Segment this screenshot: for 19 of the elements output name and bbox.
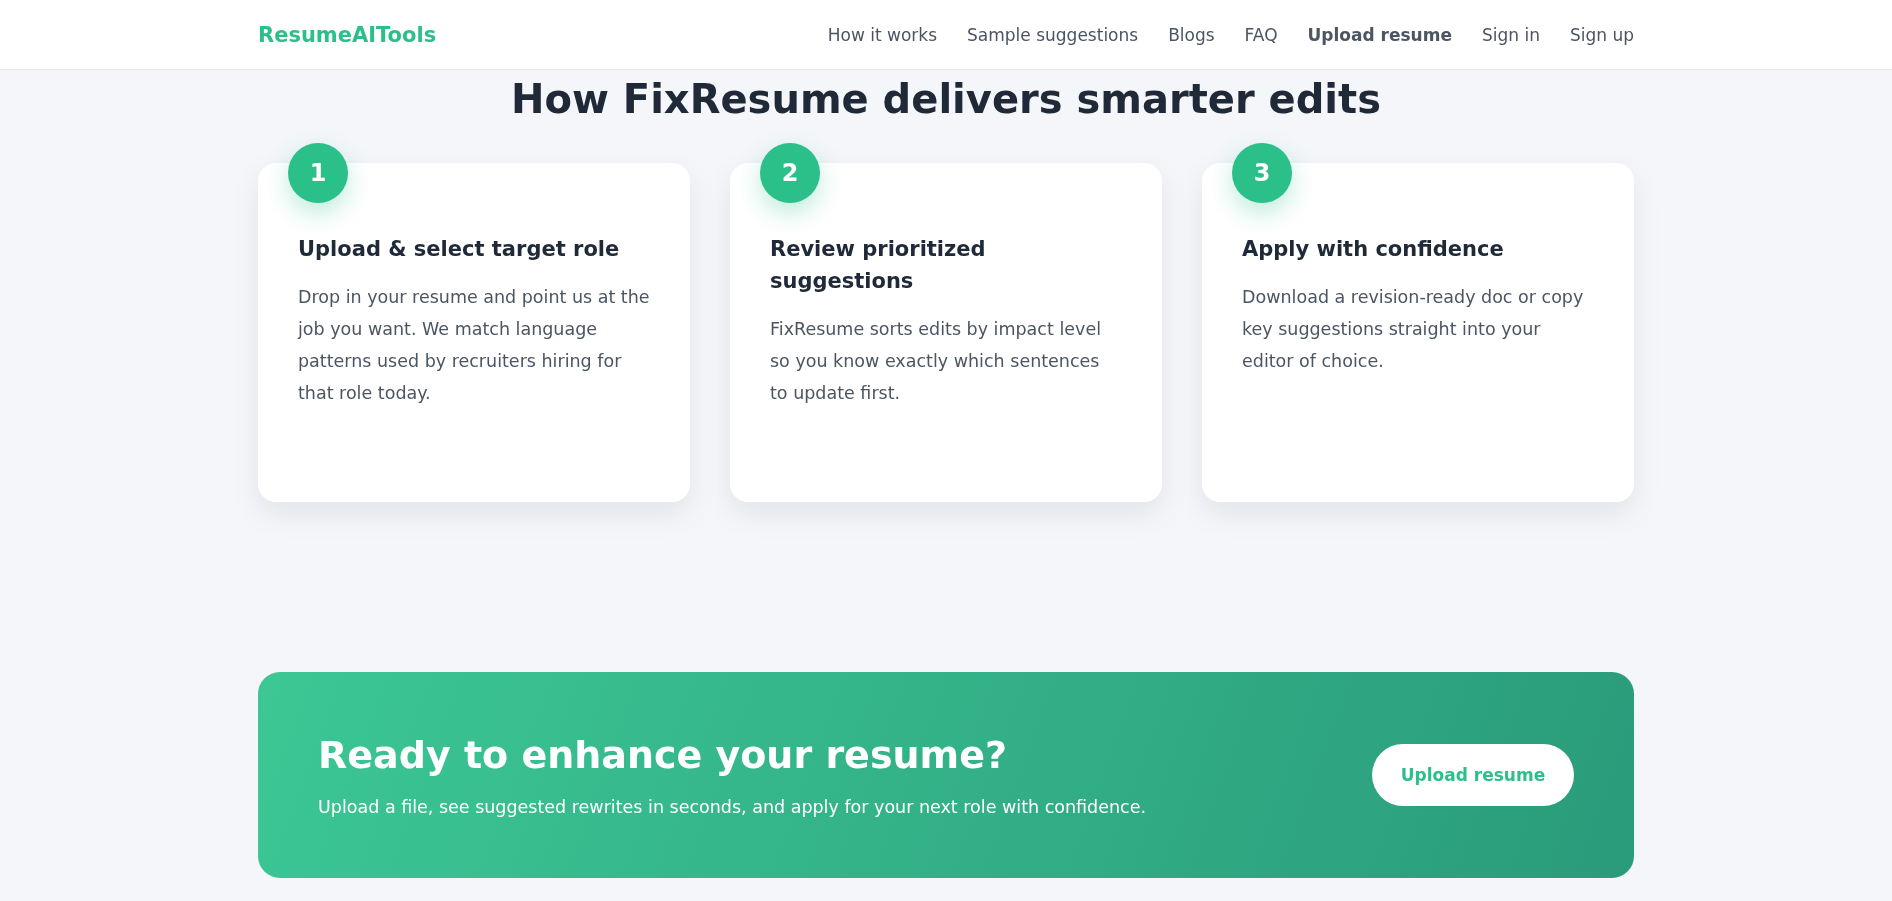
- step-title: Upload & select target role: [298, 236, 621, 263]
- step-number: 3: [1232, 143, 1292, 203]
- nav-link[interactable]: FAQ: [1244, 24, 1278, 45]
- nav-link[interactable]: Upload resume: [1307, 24, 1452, 45]
- step-description: FixResume sorts edits by impact level so you know exactly which sentences to update first.: [770, 318, 1102, 405]
- nav-link[interactable]: Blogs: [1168, 24, 1215, 45]
- cta-text: Upload a file, see suggested rewrites in seconds, and apply for your next role with confidence.: [318, 797, 1147, 817]
- step-number: 1: [288, 143, 348, 203]
- step-description: Download a revision-ready doc or copy key suggestions straight into your editor of choice.: [1242, 286, 1585, 373]
- step-title: Apply with confidence: [1242, 236, 1505, 263]
- section-title: How FixResume delivers smarter edits: [510, 75, 1382, 124]
- nav-link[interactable]: Sample suggestions: [967, 24, 1139, 45]
- cta-title: Ready to enhance your resume?: [318, 733, 1008, 777]
- step-number: 2: [760, 143, 820, 203]
- step-title: Review prioritized suggestions: [770, 236, 987, 295]
- nav-link[interactable]: Sign in: [1481, 24, 1540, 45]
- nav-link[interactable]: How it works: [827, 24, 938, 45]
- nav-link[interactable]: Sign up: [1569, 24, 1634, 45]
- step-description: Drop in your resume and point us at the job you want. We match language patterns used by recruiters hiring for that role today.: [298, 286, 650, 405]
